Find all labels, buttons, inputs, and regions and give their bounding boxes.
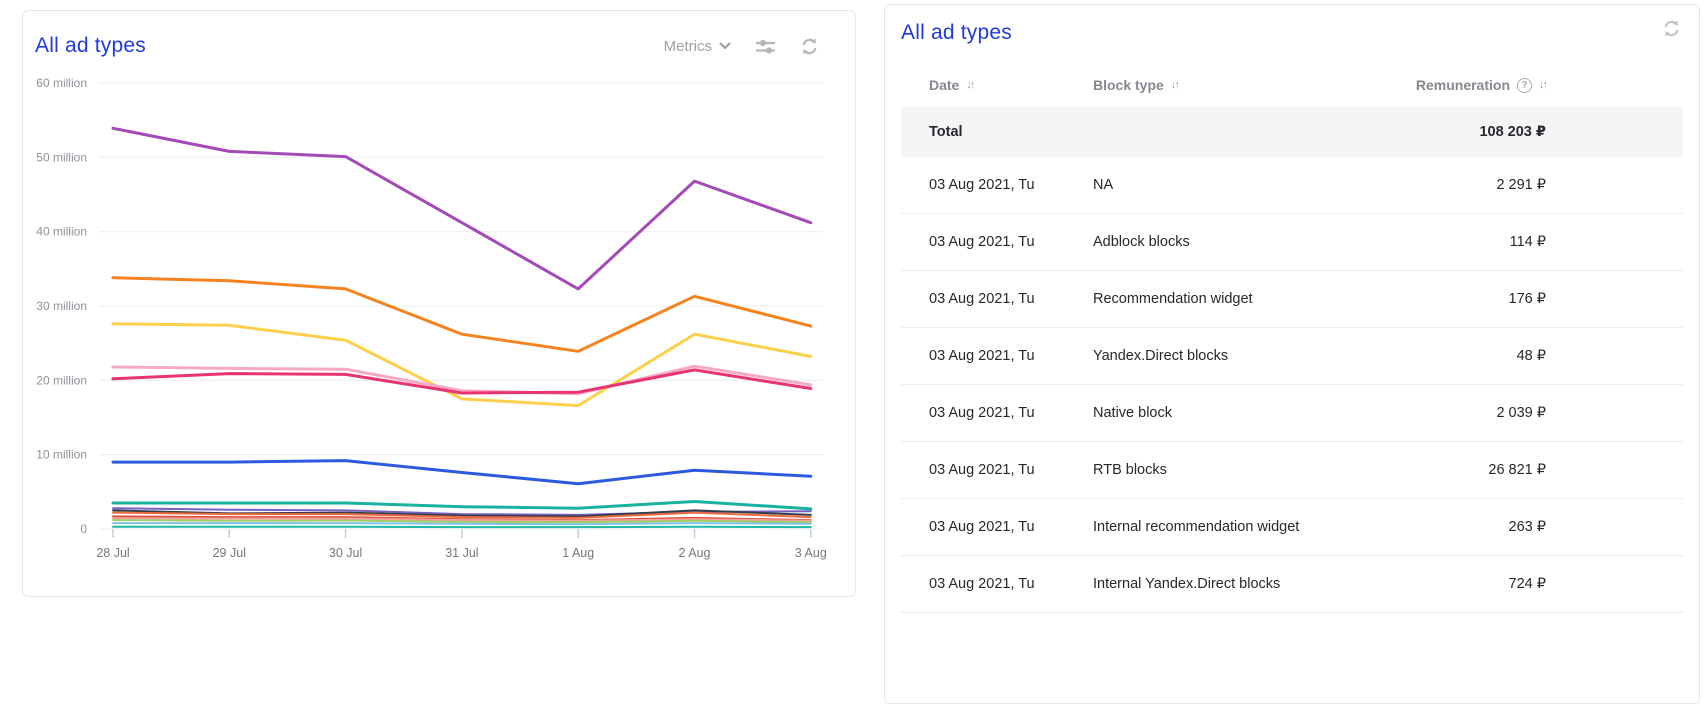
y-axis-label: 20 million	[36, 373, 87, 387]
table-card-header: All ad types	[885, 5, 1699, 49]
row-date: 03 Aug 2021, Tu	[929, 462, 1093, 478]
help-icon[interactable]: ?	[1517, 78, 1532, 93]
row-block-type: Recommendation widget	[1093, 291, 1373, 307]
series-line-light-blue	[113, 523, 811, 524]
series-line-purple	[113, 128, 811, 289]
x-axis-label: 28 Jul	[96, 546, 129, 560]
total-row: Total 108 203 ₽	[901, 107, 1683, 157]
series-line-blue	[113, 461, 811, 484]
table-row: 03 Aug 2021, TuRecommendation widget176 …	[901, 271, 1683, 328]
row-remuneration: 2 039 ₽	[1373, 405, 1546, 421]
x-axis-label: 3 Aug	[795, 546, 827, 560]
column-header-date[interactable]: Date ↓↑	[929, 77, 1093, 93]
table-row: 03 Aug 2021, TuAdblock blocks114 ₽	[901, 214, 1683, 271]
series-line-orange	[113, 278, 811, 352]
row-block-type: Yandex.Direct blocks	[1093, 348, 1373, 364]
x-axis-label: 30 Jul	[329, 546, 362, 560]
row-date: 03 Aug 2021, Tu	[929, 348, 1093, 364]
row-date: 03 Aug 2021, Tu	[929, 291, 1093, 307]
sort-icon[interactable]: ↓↑	[1539, 79, 1546, 91]
total-label: Total	[929, 124, 1093, 140]
row-block-type: Native block	[1093, 405, 1373, 421]
table-header-row: Date ↓↑ Block type ↓↑ Remuneration ? ↓↑	[901, 63, 1683, 107]
row-remuneration: 176 ₽	[1373, 291, 1546, 307]
row-remuneration: 48 ₽	[1373, 348, 1546, 364]
table-row: 03 Aug 2021, TuYandex.Direct blocks48 ₽	[901, 328, 1683, 385]
sort-icon[interactable]: ↓↑	[966, 79, 973, 91]
row-remuneration: 26 821 ₽	[1373, 462, 1546, 478]
table-row: 03 Aug 2021, TuNative block2 039 ₽	[901, 385, 1683, 442]
refresh-icon[interactable]	[1662, 19, 1681, 38]
metrics-dropdown-button[interactable]: Metrics	[664, 38, 731, 55]
table-card: All ad types Date ↓↑ Block type ↓↑ Remun…	[884, 4, 1700, 704]
x-axis-label: 31 Jul	[445, 546, 478, 560]
refresh-icon[interactable]	[800, 37, 819, 56]
y-axis-label: 0	[80, 522, 87, 536]
series-line-teal	[113, 502, 811, 509]
table-row: 03 Aug 2021, TuRTB blocks26 821 ₽	[901, 442, 1683, 499]
row-remuneration: 114 ₽	[1373, 234, 1546, 250]
y-axis-label: 40 million	[36, 225, 87, 239]
y-axis-label: 60 million	[36, 76, 87, 90]
row-date: 03 Aug 2021, Tu	[929, 234, 1093, 250]
row-block-type: Internal Yandex.Direct blocks	[1093, 576, 1373, 592]
y-axis-label: 10 million	[36, 448, 87, 462]
table-row: 03 Aug 2021, TuInternal Yandex.Direct bl…	[901, 556, 1683, 613]
row-date: 03 Aug 2021, Tu	[929, 405, 1093, 421]
row-block-type: Adblock blocks	[1093, 234, 1373, 250]
y-axis-label: 30 million	[36, 299, 87, 313]
chart-card: All ad types Metrics	[22, 10, 856, 597]
sliders-icon[interactable]	[755, 38, 776, 55]
row-block-type: RTB blocks	[1093, 462, 1373, 478]
column-header-remuneration[interactable]: Remuneration ? ↓↑	[1373, 77, 1546, 93]
x-axis-label: 29 Jul	[213, 546, 246, 560]
row-remuneration: 724 ₽	[1373, 576, 1546, 592]
line-chart: 60 million 50 million 40 million 30 million…	[23, 11, 857, 598]
table-row: 03 Aug 2021, TuNA2 291 ₽	[901, 157, 1683, 214]
table-body: 03 Aug 2021, TuNA2 291 ₽03 Aug 2021, TuA…	[901, 157, 1683, 613]
sort-icon[interactable]: ↓↑	[1171, 79, 1178, 91]
x-axis-label: 1 Aug	[562, 546, 594, 560]
row-remuneration: 263 ₽	[1373, 519, 1546, 535]
y-axis-label: 50 million	[36, 150, 87, 164]
remuneration-table: Date ↓↑ Block type ↓↑ Remuneration ? ↓↑ …	[901, 63, 1683, 613]
row-block-type: NA	[1093, 177, 1373, 193]
row-block-type: Internal recommendation widget	[1093, 519, 1373, 535]
metrics-dropdown-label: Metrics	[664, 38, 712, 55]
x-axis-label: 2 Aug	[679, 546, 711, 560]
chart-title[interactable]: All ad types	[35, 34, 146, 58]
row-remuneration: 2 291 ₽	[1373, 177, 1546, 193]
row-date: 03 Aug 2021, Tu	[929, 519, 1093, 535]
chart-controls: Metrics	[664, 37, 819, 56]
row-date: 03 Aug 2021, Tu	[929, 177, 1093, 193]
chevron-down-icon	[719, 42, 731, 50]
row-date: 03 Aug 2021, Tu	[929, 576, 1093, 592]
column-header-block-type[interactable]: Block type ↓↑	[1093, 77, 1373, 93]
total-remuneration: 108 203 ₽	[1373, 124, 1546, 140]
table-title[interactable]: All ad types	[901, 21, 1012, 45]
chart-card-header: All ad types Metrics	[23, 11, 855, 67]
table-row: 03 Aug 2021, TuInternal recommendation w…	[901, 499, 1683, 556]
